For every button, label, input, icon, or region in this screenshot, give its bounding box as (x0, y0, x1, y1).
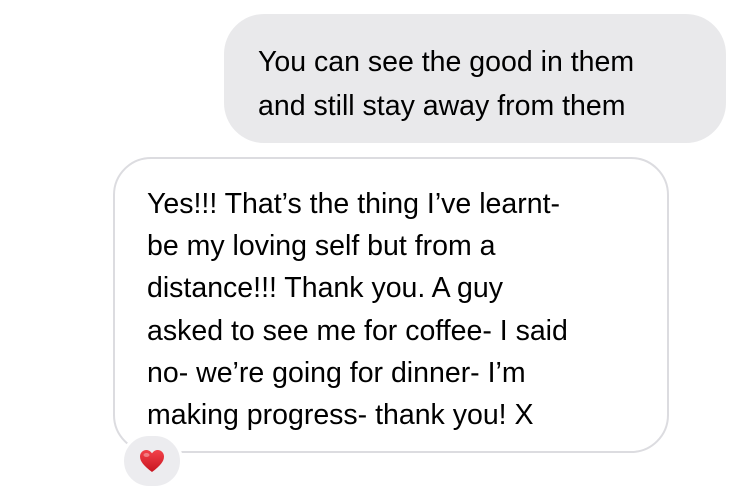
received-message-bubble[interactable]: Yes!!! That’s the thing I’ve learnt- be … (113, 157, 669, 453)
message-text-line: and still stay away from them (258, 90, 626, 122)
message-text-line: asked to see me for coffee- I said (147, 314, 568, 347)
message-thread: You can see the good in them and still s… (0, 0, 750, 496)
message-text-line: You can see the good in them (258, 46, 635, 78)
message-text-line: Yes!!! That’s the thing I’ve learnt- (147, 188, 560, 220)
message-text-line: making progress- thank you! X (147, 399, 534, 432)
heart-icon (140, 450, 164, 472)
message-text-line: distance!!! Thank you. A guy (147, 272, 503, 305)
message-text-line: no- we’re going for dinner- I’m (147, 356, 526, 389)
message-text-line: be my loving self but from a (147, 230, 496, 263)
reaction-badge[interactable] (121, 433, 183, 489)
sent-message-bubble[interactable]: You can see the good in them and still s… (224, 14, 726, 143)
